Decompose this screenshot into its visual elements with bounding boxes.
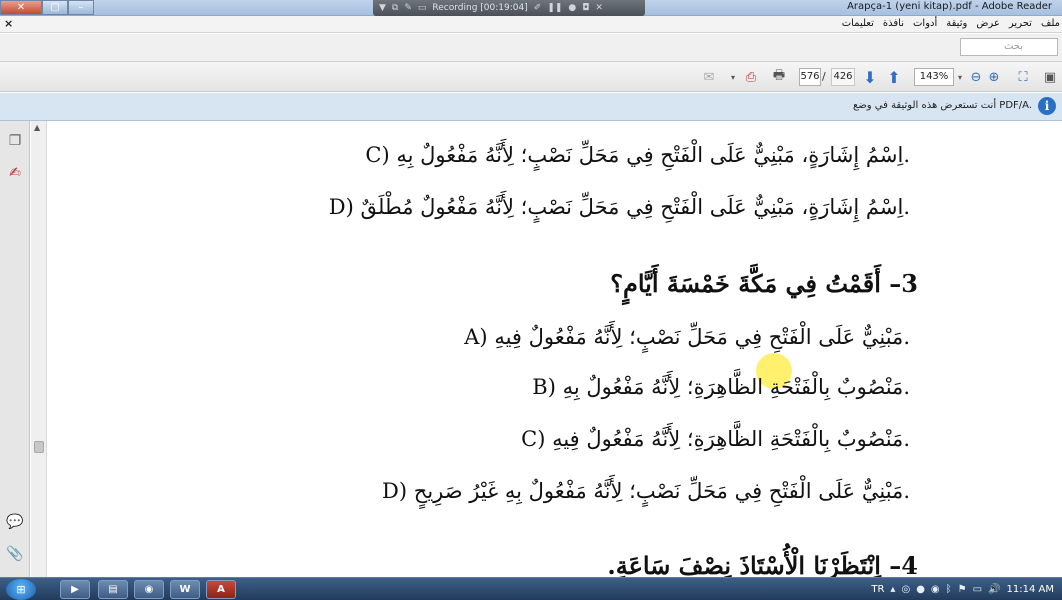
close-recording-icon[interactable]: ✕: [595, 3, 603, 13]
option-a: A) مَبْنِيٌّ عَلَى الْفَتْحِ فِي مَحَلِّ…: [464, 325, 910, 349]
info-icon: i: [1038, 97, 1056, 115]
main-toolbar: ✉ ▾ ⎙ 🖶 576 / 426 ⬇ ⬆ 143% ▾ ⊖ ⊕ ⛶ ▣: [0, 62, 1062, 92]
antivirus-icon[interactable]: ●: [916, 584, 925, 595]
window-controls: ✕ ▢ –: [0, 0, 94, 15]
question-4-title: 4– اِنْتَظَرْنَا الْأُسْتَاذَ نِصْفَ سَا…: [607, 551, 918, 577]
create-pdf-icon[interactable]: ⎙: [740, 67, 762, 87]
scroll-up-icon[interactable]: ▲: [34, 123, 40, 132]
flag-icon[interactable]: ⚑: [958, 584, 967, 595]
zoom-input[interactable]: 143%: [914, 68, 954, 86]
adobe-reader-taskbar-button[interactable]: A: [206, 580, 236, 599]
language-indicator[interactable]: TR: [871, 584, 884, 595]
chevron-down-icon[interactable]: ▾: [955, 67, 965, 87]
recorder-icon[interactable]: ◉: [931, 584, 940, 595]
menu-window[interactable]: نافذة: [883, 18, 904, 29]
pdfa-info-bar: أنت تستعرض هذه الوثيقة في وضع PDF/A. i: [0, 93, 1062, 121]
start-button[interactable]: ⊞: [6, 579, 36, 600]
menu-document[interactable]: وثيقة: [946, 18, 967, 29]
option-d-previous: D) اِسْمُ إِشَارَةٍ، مَبْنِيٌّ عَلَى الْ…: [328, 195, 910, 219]
pause-icon[interactable]: ❚❚: [547, 3, 562, 13]
document-view[interactable]: C) اِسْمُ إِشَارَةٍ، مَبْنِيٌّ عَلَى الْ…: [48, 121, 1062, 577]
menu-file[interactable]: ملف: [1041, 18, 1060, 29]
signatures-icon[interactable]: ✍: [6, 165, 24, 183]
record-icon[interactable]: ●: [568, 3, 576, 13]
pages-icon[interactable]: ❐: [6, 133, 24, 151]
email-icon[interactable]: ✉: [697, 67, 721, 87]
menu-bar: × تعليمات نافذة أدوات وثيقة عرض تحرير مل…: [0, 16, 1062, 33]
chevron-up-icon[interactable]: ▴: [890, 584, 895, 595]
volume-icon[interactable]: 🔊: [988, 584, 1000, 595]
screen-icon[interactable]: ▭: [418, 3, 427, 13]
monitor-icon[interactable]: ▭: [973, 584, 982, 595]
window-icon[interactable]: ⧉: [392, 3, 398, 13]
clock[interactable]: 11:14 AM: [1007, 584, 1054, 595]
zoom-in-icon[interactable]: ⊕: [985, 67, 1003, 87]
comments-icon[interactable]: 💬: [6, 514, 24, 532]
option-c: C) مَنْصُوبٌ بِالْفَتْحَةِ الظَّاهِرَةِ؛…: [521, 427, 910, 451]
attachments-icon[interactable]: 📎: [6, 546, 24, 564]
pen-icon[interactable]: ✐: [534, 3, 542, 13]
chevron-down-icon[interactable]: ▼: [379, 3, 386, 13]
word-taskbar-button[interactable]: W: [170, 580, 200, 599]
page-number-input[interactable]: 576: [799, 68, 821, 86]
option-c-previous: C) اِسْمُ إِشَارَةٍ، مَبْنِيٌّ عَلَى الْ…: [365, 143, 910, 167]
close-window-button[interactable]: ✕: [0, 0, 42, 15]
fit-page-icon[interactable]: ⛶: [1013, 67, 1033, 87]
pin-icon[interactable]: ✎: [404, 3, 412, 13]
previous-page-icon[interactable]: ⬆: [884, 67, 904, 87]
menu-edit[interactable]: تحرير: [1009, 18, 1032, 29]
search-row: بحث: [0, 34, 1062, 62]
title-bar: ✕ ▢ – ▼ ⧉ ✎ ▭ Recording [00:19:04] ✐ ❚❚ …: [0, 0, 1062, 16]
info-message: أنت تستعرض هذه الوثيقة في وضع PDF/A.: [852, 100, 1032, 111]
chevron-down-icon[interactable]: ▾: [728, 67, 738, 87]
explorer-taskbar-button[interactable]: ▤: [98, 580, 128, 599]
menu-view[interactable]: عرض: [976, 18, 1000, 29]
navigation-panel: ❐ ✍ 💬 📎: [0, 121, 30, 577]
windows-taskbar: ⊞ ▶ ▤ ◉ W A TR ▴ ◎ ● ◉ ᛒ ⚑ ▭ 🔊 11:14 AM: [0, 577, 1062, 600]
question-3-title: 3– أَقَمْتُ فِي مَكَّةَ خَمْسَةَ أَيَّام…: [610, 269, 918, 298]
maximize-window-button[interactable]: ▢: [42, 0, 68, 15]
option-d: D) مَبْنِيٌّ عَلَى الْفَتْحِ فِي مَحَلِّ…: [382, 479, 910, 503]
option-b: B) مَنْصُوبٌ بِالْفَتْحَةِ الظَّاهِرَةِ؛…: [532, 375, 910, 399]
page-total: 426: [831, 68, 855, 86]
scroll-thumb[interactable]: [34, 441, 44, 453]
search-input[interactable]: بحث: [960, 38, 1058, 56]
window-title: Arapça-1 (yeni kitap).pdf - Adobe Reader: [847, 1, 1052, 12]
media-player-taskbar-button[interactable]: ▶: [60, 580, 90, 599]
chrome-taskbar-button[interactable]: ◉: [134, 580, 164, 599]
next-page-icon[interactable]: ⬇: [860, 67, 880, 87]
system-tray: TR ▴ ◎ ● ◉ ᛒ ⚑ ▭ 🔊 11:14 AM: [871, 578, 1062, 600]
recording-label: Recording [00:19:04]: [432, 3, 528, 13]
print-icon[interactable]: 🖶: [768, 67, 790, 87]
vertical-scrollbar[interactable]: ▲: [31, 121, 47, 577]
close-document-icon[interactable]: ×: [4, 17, 13, 30]
menu-items: تعليمات نافذة أدوات وثيقة عرض تحرير ملف: [842, 18, 1060, 29]
recording-toolbar: ▼ ⧉ ✎ ▭ Recording [00:19:04] ✐ ❚❚ ● ◘ ✕: [373, 0, 645, 16]
page-separator: /: [822, 70, 826, 83]
minimize-window-button[interactable]: –: [68, 0, 94, 15]
menu-tools[interactable]: أدوات: [913, 18, 937, 29]
zoom-out-icon[interactable]: ⊖: [967, 67, 985, 87]
read-mode-icon[interactable]: ▣: [1040, 67, 1060, 87]
network-icon[interactable]: ◎: [901, 584, 910, 595]
bluetooth-icon[interactable]: ᛒ: [946, 584, 952, 595]
menu-help[interactable]: تعليمات: [842, 18, 874, 29]
camera-icon[interactable]: ◘: [582, 3, 589, 13]
